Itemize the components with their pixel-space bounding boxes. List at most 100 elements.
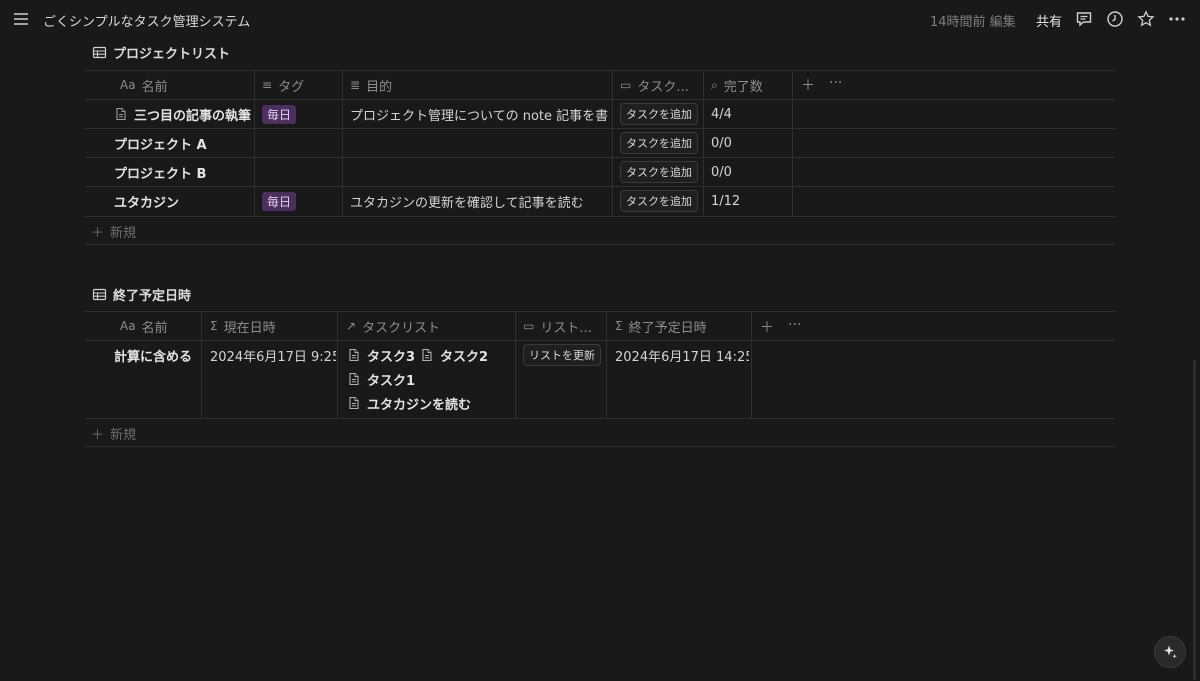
column-header-current-time[interactable]: Σ 現在日時 [210, 312, 334, 340]
more-icon[interactable]: ··· [788, 317, 801, 333]
table-border [85, 216, 1115, 217]
page-icon [349, 372, 359, 386]
table-row-name[interactable]: プロジェクト B [114, 158, 252, 186]
more-icon[interactable] [1168, 10, 1186, 28]
column-header-name[interactable]: Aa 名前 [120, 312, 198, 340]
new-row-button[interactable]: ＋ 新規 [91, 222, 136, 241]
hamburger-icon[interactable] [12, 10, 30, 28]
column-header-done-count[interactable]: ⌕ 完了数 [711, 71, 789, 99]
database-title-end-time[interactable]: 終了予定日時 [92, 285, 191, 304]
add-task-button[interactable]: タスクを追加 [620, 132, 698, 154]
relation-item[interactable]: タスク3 [347, 342, 415, 368]
column-header-label: 名前 [141, 79, 168, 95]
update-list-button[interactable]: リストを更新 [523, 344, 601, 366]
ai-assistant-button[interactable] [1154, 636, 1186, 668]
table-cell-button: タスクを追加 [620, 100, 698, 128]
page-icon [116, 107, 126, 121]
table-cell-current-time[interactable]: 2024年6月17日 9:25 [210, 341, 336, 369]
share-button[interactable]: 共有 [1036, 11, 1062, 30]
table-border [85, 446, 1115, 447]
table-cell-done-count[interactable]: 4/4 [711, 100, 732, 128]
add-task-button[interactable]: タスクを追加 [620, 161, 698, 183]
formula-icon: Σ [210, 319, 218, 333]
table-cell-tag[interactable]: 毎日 [262, 100, 297, 128]
table-cell-done-count[interactable]: 0/0 [711, 158, 732, 186]
table-row-name[interactable]: 三つ目の記事の執筆 [114, 100, 252, 128]
column-header-label: タスクリスト [362, 320, 441, 336]
table-cell-purpose[interactable]: ユタカジンの更新を確認して記事を読む [350, 187, 610, 215]
database-title-label: 終了予定日時 [113, 289, 192, 304]
column-header-tag[interactable]: ≡ タグ [262, 71, 340, 99]
column-header-label: 完了数 [723, 79, 763, 95]
column-header-purpose[interactable]: ≣ 目的 [350, 71, 608, 99]
new-row-button[interactable]: ＋ 新規 [91, 424, 136, 443]
column-header-list-button[interactable]: ▭ リスト... [523, 312, 603, 340]
relation-item[interactable]: ユタカジンを読む [347, 390, 471, 416]
plus-icon: ＋ [91, 226, 105, 241]
list-property-icon: ≡ [262, 78, 273, 92]
column-header-name[interactable]: Aa 名前 [120, 71, 250, 99]
edited-timestamp: 14時間前 編集 [930, 15, 1016, 30]
column-divider [201, 311, 202, 418]
table-border [85, 244, 1115, 245]
table-cell-button: タスクを追加 [620, 129, 698, 157]
table-cell-tag[interactable]: 毎日 [262, 187, 297, 215]
relation-item[interactable]: タスク1 [347, 366, 415, 392]
page-icon [349, 348, 359, 362]
more-icon[interactable]: ··· [829, 75, 842, 91]
column-divider [606, 311, 607, 418]
add-task-button[interactable]: タスクを追加 [620, 190, 698, 212]
plus-icon: ＋ [91, 428, 105, 443]
table-cell-end-time[interactable]: 2024年6月17日 14:25 [615, 341, 749, 369]
tag-badge: 毎日 [262, 104, 297, 124]
page-title: ごくシンプルなタスク管理システム [43, 15, 251, 30]
table-cell-done-count[interactable]: 0/0 [711, 129, 732, 157]
star-icon[interactable] [1137, 10, 1155, 28]
column-header-label: リスト... [540, 320, 592, 336]
column-header-end-time[interactable]: Σ 終了予定日時 [615, 312, 747, 340]
column-divider [337, 311, 338, 418]
column-divider [515, 311, 516, 418]
add-task-button[interactable]: タスクを追加 [620, 103, 698, 125]
table-row-name[interactable]: プロジェクト A [114, 129, 252, 157]
table-border [85, 418, 1115, 419]
column-header-task-button[interactable]: ▭ タスク... [620, 71, 700, 99]
clock-icon[interactable] [1106, 10, 1124, 28]
table-cell-button: タスクを追加 [620, 187, 698, 215]
table-row-name[interactable]: ユタカジン [114, 187, 252, 215]
scrollbar[interactable] [1193, 360, 1196, 680]
page-icon [422, 348, 432, 362]
column-divider [254, 70, 255, 216]
button-property-icon: ▭ [523, 319, 535, 333]
sparkle-icon [1164, 645, 1177, 659]
database-title-label: プロジェクトリスト [113, 47, 231, 62]
page-icon [349, 396, 359, 410]
text-property-icon: Aa [120, 78, 136, 92]
formula-icon: Σ [615, 319, 623, 333]
relation-item[interactable]: タスク2 [420, 342, 488, 368]
column-divider [612, 70, 613, 216]
column-divider [703, 70, 704, 216]
add-property-button[interactable]: ＋ [760, 317, 774, 337]
search-icon: ⌕ [711, 77, 718, 92]
column-header-label: 名前 [141, 320, 168, 336]
relation-arrow-icon: ↗ [346, 319, 357, 333]
column-header-label: 目的 [366, 79, 393, 95]
table-row-name[interactable]: 計算に含める [114, 341, 200, 369]
column-header-label: 現在日時 [223, 320, 276, 336]
column-divider [342, 70, 343, 216]
column-header-label: タグ [278, 79, 305, 95]
table-cell-purpose[interactable]: プロジェクト管理についての note 記事を書く [350, 100, 610, 128]
button-property-icon: ▭ [620, 78, 632, 92]
column-divider [751, 311, 752, 418]
column-header-label: 終了予定日時 [628, 320, 707, 336]
table-cell-done-count[interactable]: 1/12 [711, 187, 740, 215]
column-header-label: タスク... [637, 79, 689, 95]
database-title-projects[interactable]: プロジェクトリスト [92, 43, 230, 62]
column-header-task-list[interactable]: ↗ タスクリスト [346, 312, 512, 340]
text-property-icon: Aa [120, 319, 136, 333]
text-lines-icon: ≣ [350, 78, 361, 92]
table-cell-button: タスクを追加 [620, 158, 698, 186]
comment-icon[interactable] [1075, 10, 1093, 28]
add-property-button[interactable]: ＋ [801, 75, 815, 95]
